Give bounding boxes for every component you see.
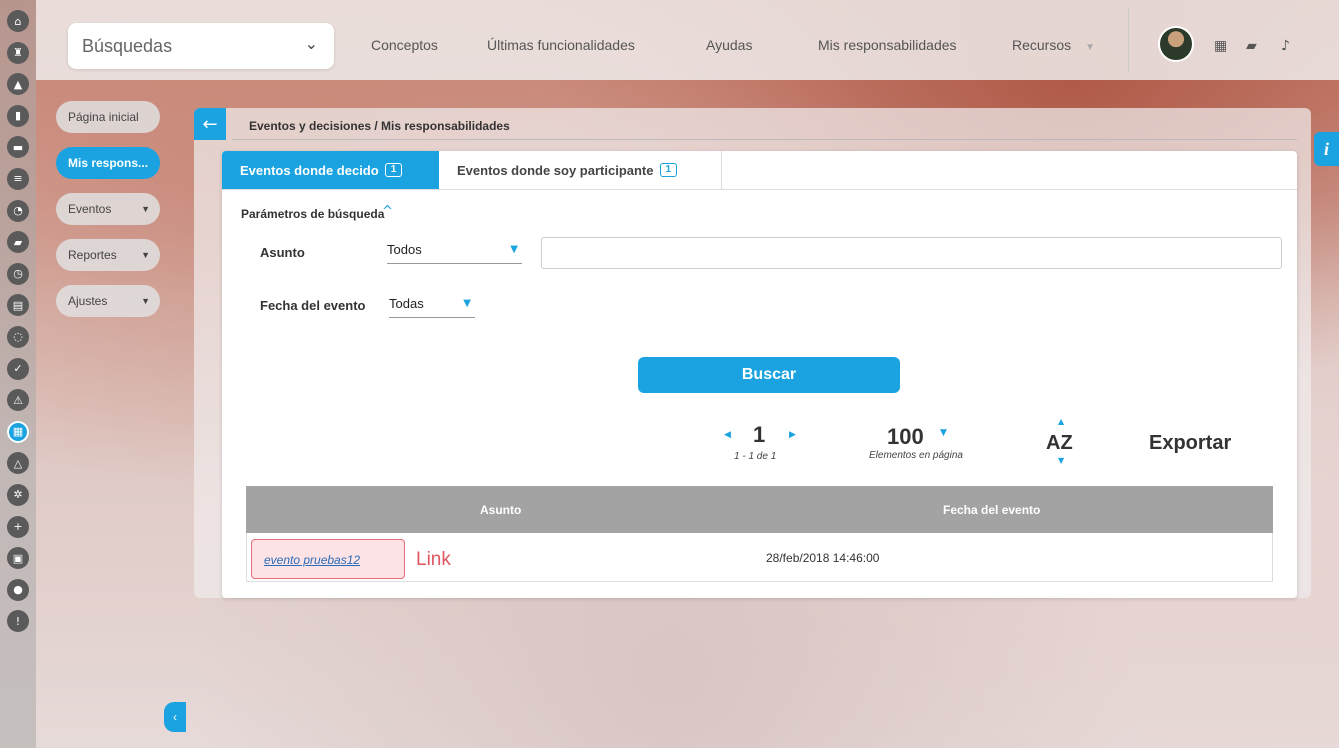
asunto-label: Asunto [260,245,305,260]
per-page-label: Elementos en página [869,450,963,461]
sort-up-icon[interactable]: ▲ [1058,417,1064,426]
back-arrow-icon[interactable]: ← [194,108,226,140]
buscar-button[interactable]: Buscar [638,357,900,393]
top-bar: Búsquedas ⌄ Conceptos Últimas funcionali… [36,0,1339,80]
clock-icon[interactable]: ◷ [7,262,29,285]
tab-divider [222,189,1297,190]
event-link[interactable]: evento pruebas12 [264,553,360,567]
tab-eventos-participante[interactable]: Eventos donde soy participante 1 [439,151,722,189]
avatar[interactable] [1158,26,1194,62]
breadcrumb-divider [232,139,1297,140]
subnav-label: Página inicial [68,110,139,124]
table-header: Asunto Fecha del evento [246,486,1273,533]
subnav-mis-respons[interactable]: Mis respons... [56,147,160,179]
nav-recursos[interactable]: Recursos ▼ [1012,37,1095,53]
bar-chart-icon[interactable]: ▮ [7,104,29,127]
count-badge: 1 [384,163,403,177]
info-icon[interactable]: i [1314,132,1339,166]
asunto-select-value: Todos [387,242,422,257]
asunto-select[interactable]: Todos ▼ [387,242,522,264]
column-header-fecha[interactable]: Fecha del evento [943,503,1040,517]
tab-label: Eventos donde soy participante [457,162,654,178]
warning-icon[interactable]: ⚠ [7,389,29,412]
home-icon[interactable]: ⌂ [7,10,29,32]
subnav-ajustes[interactable]: Ajustes ▼ [56,285,160,317]
subnav-label: Eventos [68,202,112,216]
cycle-icon[interactable]: ◌ [7,325,29,348]
annotation-label: Link [416,549,451,570]
caret-down-icon: ▼ [463,298,471,309]
subnav-label: Reportes [68,248,117,262]
nav-ayudas[interactable]: Ayudas [706,37,752,53]
export-button[interactable]: Exportar [1149,432,1231,455]
search-select[interactable]: Búsquedas ⌄ [68,23,334,69]
count-badge: 1 [659,163,678,177]
alert-icon[interactable]: ! [7,610,29,633]
per-page-value[interactable]: 100 [887,424,924,450]
nav-ultimas-funcionalidades[interactable]: Últimas funcionalidades [487,37,635,53]
bell-icon[interactable]: ♪ [1281,38,1290,54]
subnav-pagina-inicial[interactable]: Página inicial [56,101,160,133]
fecha-select[interactable]: Todas ▼ [389,296,475,318]
briefcase-icon[interactable]: ▣ [7,547,29,570]
next-page-icon[interactable]: ▶ [789,430,796,440]
column-header-asunto[interactable]: Asunto [480,503,521,517]
fecha-label: Fecha del evento [260,298,366,313]
sort-button[interactable]: AZ [1046,432,1073,455]
subnav-reportes[interactable]: Reportes ▼ [56,239,160,271]
asunto-text-input[interactable] [541,237,1282,269]
collapse-sidebar-button[interactable]: ‹ [164,702,186,732]
nav-recursos-label: Recursos [1012,37,1072,53]
folder-icon[interactable]: ▰ [1246,38,1257,54]
triangle-icon[interactable]: ▲ [7,73,29,96]
gear-icon[interactable]: ✲ [7,483,29,506]
params-title: Parámetros de búsqueda [241,207,385,221]
caret-down-icon: ▼ [1085,42,1096,53]
nav-conceptos[interactable]: Conceptos [371,37,438,53]
fecha-select-value: Todas [389,296,424,311]
check-icon[interactable]: ✓ [7,357,29,380]
chevron-up-icon[interactable]: ^ [382,204,393,219]
settings-icon[interactable]: ● [7,578,29,601]
network-icon[interactable]: △ [7,452,29,475]
caret-down-icon: ▼ [141,204,150,214]
chevron-down-icon: ⌄ [304,34,318,53]
pie-chart-icon[interactable]: ◔ [7,199,29,222]
folder-icon[interactable]: ▰ [7,231,29,254]
icon-rail: ⌂ ♜ ▲ ▮ ▬ ≡ ◔ ▰ ◷ ▤ ◌ ✓ ⚠ ▦ △ ✲ + ▣ ● ! [0,0,36,748]
caret-down-icon: ▼ [141,250,150,260]
nav-mis-responsabilidades[interactable]: Mis responsabilidades [818,37,957,53]
subnav-label: Ajustes [68,294,108,308]
topbar-divider [1128,8,1129,72]
prev-page-icon[interactable]: ◀ [724,430,731,440]
castle-icon[interactable]: ♜ [7,41,29,64]
list-icon[interactable]: ≡ [7,167,29,190]
tab-label: Eventos donde decido [240,162,379,178]
document-icon[interactable]: ▤ [7,294,29,317]
calendar-icon[interactable]: ▦ [1214,38,1227,54]
calendar-icon[interactable]: ▦ [7,420,29,443]
subnav-label: Mis respons... [68,156,149,170]
tab-eventos-decido[interactable]: Eventos donde decido 1 [222,151,439,189]
subnav-eventos[interactable]: Eventos ▼ [56,193,160,225]
page-range: 1 - 1 de 1 [734,451,777,462]
breadcrumb: Eventos y decisiones / Mis responsabilid… [249,119,510,133]
plus-icon[interactable]: + [7,515,29,538]
highlight-box: evento pruebas12 [251,539,405,579]
caret-down-icon: ▼ [141,296,150,306]
search-select-label: Búsquedas [82,36,173,56]
caret-down-icon[interactable]: ▼ [940,428,947,438]
caret-down-icon: ▼ [510,244,518,255]
sort-down-icon[interactable]: ▼ [1058,456,1064,465]
row-date: 28/feb/2018 14:46:00 [766,551,880,565]
page-number: 1 [753,422,766,447]
monitor-icon[interactable]: ▬ [7,136,29,159]
